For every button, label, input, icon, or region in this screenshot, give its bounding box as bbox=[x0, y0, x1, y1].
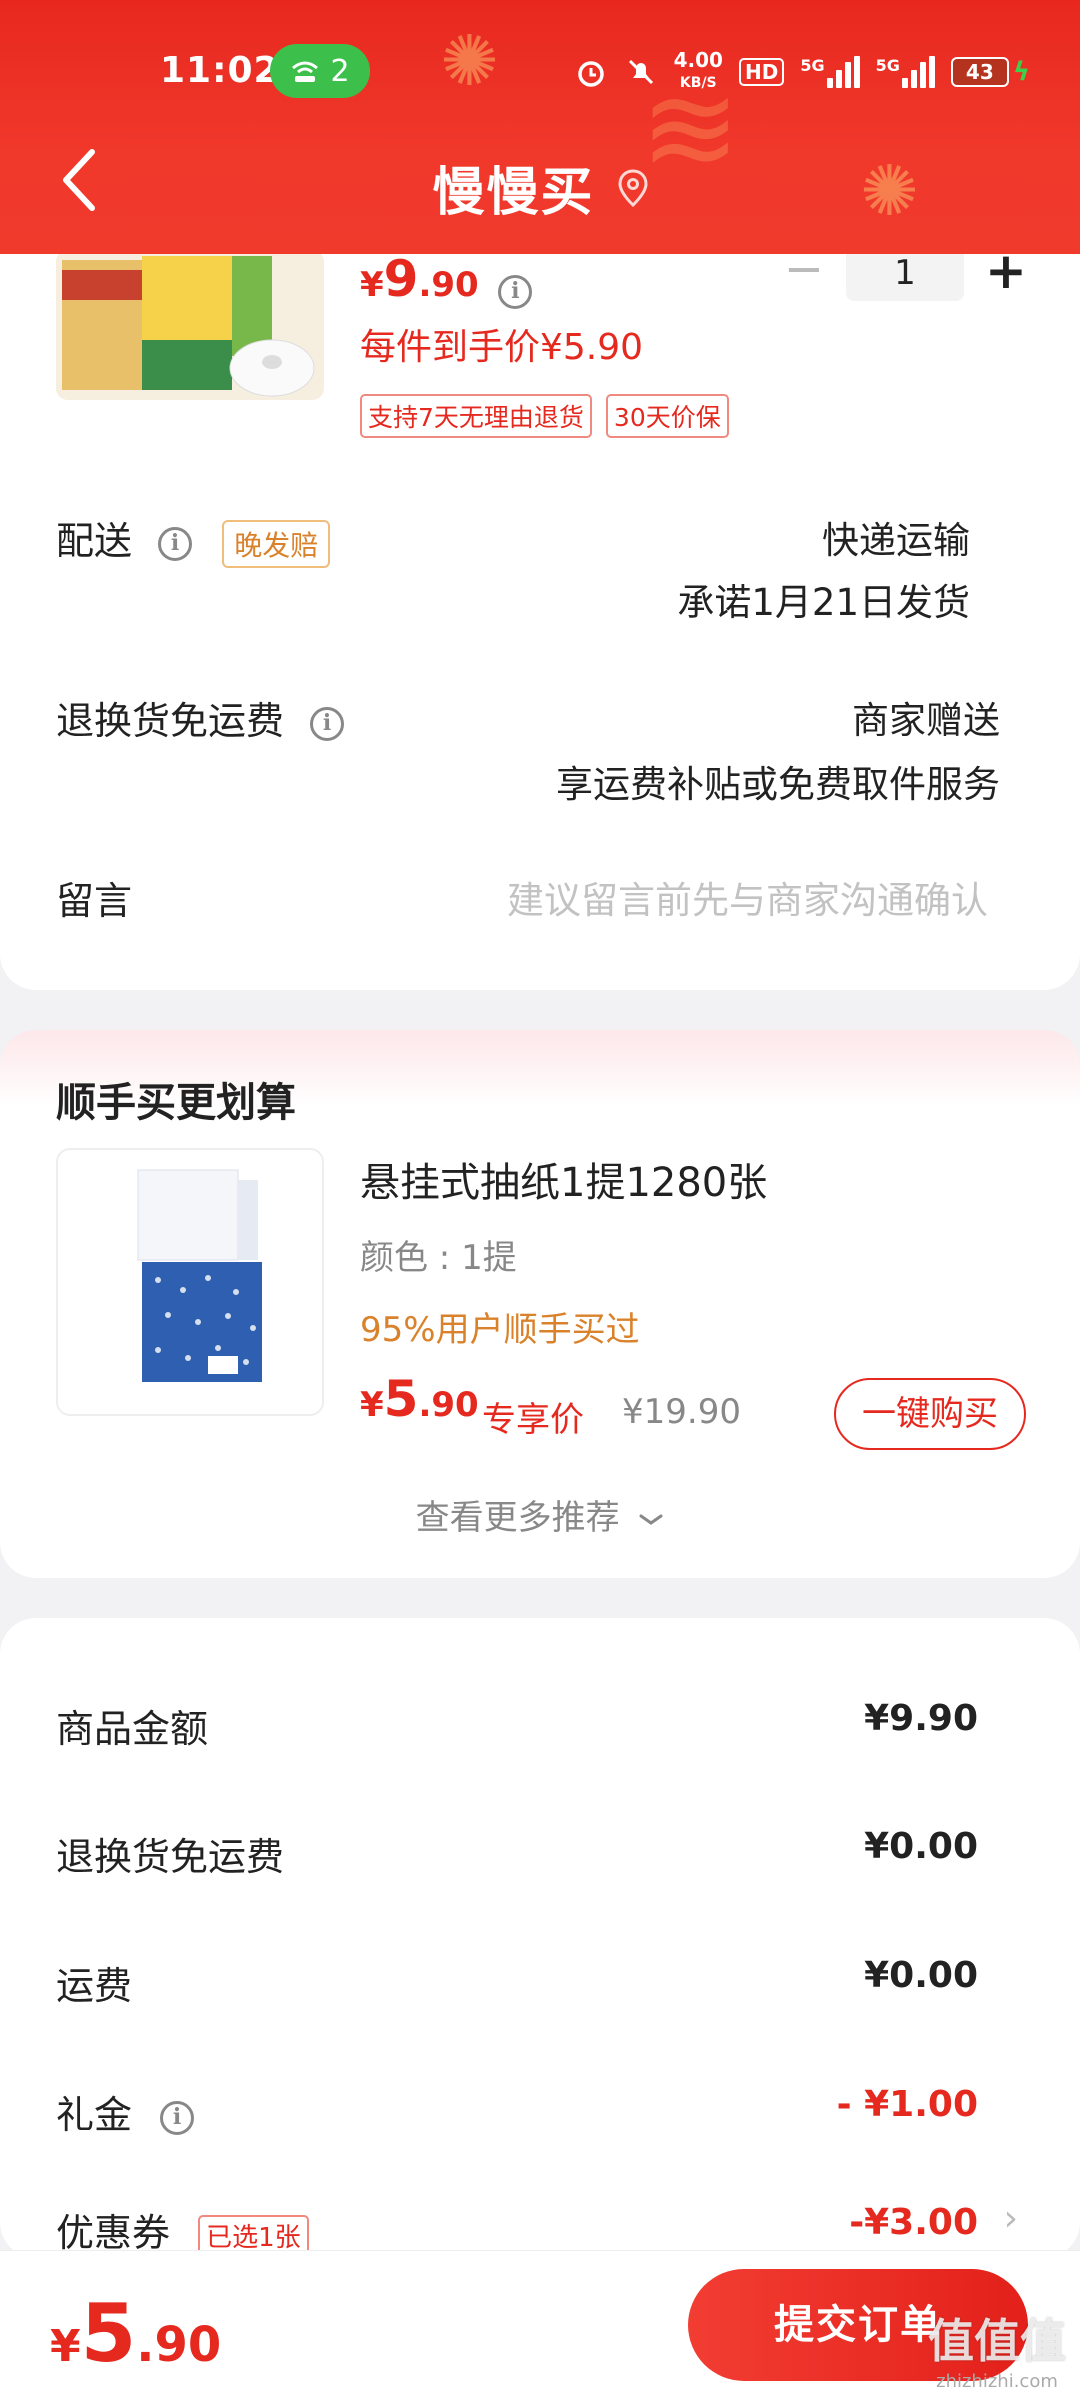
return-shipping-value: 商家赠送 享运费补贴或免费取件服务 bbox=[556, 690, 1000, 808]
service-tag: 支持7天无理由退货 bbox=[360, 394, 592, 438]
total-price: ¥5.90 bbox=[50, 2287, 222, 2380]
summary-value-goods: ¥9.90 bbox=[864, 1698, 978, 1739]
signal-5g-2: 5G bbox=[876, 55, 935, 88]
delivery-method: 快递运输 bbox=[822, 519, 970, 562]
summary-coupon-row[interactable]: 优惠券 已选1张 bbox=[56, 2202, 309, 2257]
gift-info-icon[interactable]: i bbox=[160, 2100, 195, 2135]
battery-icon: 43 bbox=[950, 56, 1009, 87]
recommend-card: 顺手买更划算 悬挂式抽纸1提1280张 颜色 : 1提 95%用户顺手买过 ¥5… bbox=[0, 1030, 1080, 1578]
delivery-promise: 承诺1月21日发货 bbox=[677, 581, 970, 624]
one-click-buy-button[interactable]: 一键购买 bbox=[834, 1378, 1026, 1450]
status-bar: 11:02 2 4.00 KB/S HD 5G 5G 43 ϟ bbox=[0, 40, 1080, 106]
hotspot-count: 2 bbox=[330, 53, 350, 89]
signal-5g-1: 5G bbox=[800, 55, 860, 88]
recommend-social-proof: 95%用户顺手买过 bbox=[360, 1310, 640, 1350]
return-shipping-desc: 享运费补贴或免费取件服务 bbox=[556, 763, 1000, 806]
more-recommend-link[interactable]: 查看更多推荐 bbox=[0, 1490, 1080, 1539]
more-recommend-label: 查看更多推荐 bbox=[415, 1498, 620, 1538]
decrease-button[interactable]: − bbox=[780, 245, 828, 297]
app-header: ✺ ✺ ≋ 11:02 2 4.00 KB/S HD 5G 5G 43 ϟ 慢慢… bbox=[0, 0, 1080, 254]
return-shipping-provider: 商家赠送 bbox=[852, 699, 1000, 742]
recommend-price: ¥5.90 bbox=[360, 1370, 479, 1428]
order-info-card: ¥9.90 i − 1 + 每件到手价¥5.90 支持7天无理由退货 30天价保… bbox=[0, 220, 1080, 990]
price-summary-card: 商品金额 ¥9.90 退换货免运费 ¥0.00 运费 ¥0.00 礼金 i - … bbox=[0, 1618, 1080, 2258]
exclusive-price-label: 专享价 bbox=[482, 1400, 584, 1440]
return-info-icon[interactable]: i bbox=[310, 706, 345, 741]
original-price: ¥19.90 bbox=[622, 1392, 741, 1432]
product-thumbnail[interactable] bbox=[56, 250, 324, 400]
delivery-info-icon[interactable]: i bbox=[158, 526, 193, 561]
signal-bars-icon bbox=[826, 55, 860, 88]
recommend-thumbnail[interactable] bbox=[56, 1148, 324, 1416]
delivery-row: 配送 i 晚发赔 bbox=[56, 510, 331, 568]
increase-button[interactable]: + bbox=[982, 246, 1030, 297]
return-shipping-row: 退换货免运费 i bbox=[56, 690, 345, 745]
summary-label-goods: 商品金额 bbox=[56, 1707, 209, 1751]
delivery-value[interactable]: 快递运输 承诺1月21日发货 bbox=[677, 510, 970, 626]
unit-price-label: 每件到手价¥5.90 bbox=[360, 327, 644, 368]
service-tag: 30天价保 bbox=[605, 394, 729, 438]
recommend-item-spec: 颜色 : 1提 bbox=[360, 1238, 517, 1278]
hotspot-indicator: 2 bbox=[270, 44, 370, 98]
battery-indicator: 43 ϟ bbox=[950, 56, 1030, 87]
product-price: ¥9.90 i bbox=[360, 250, 533, 309]
chevron-right-icon[interactable]: › bbox=[1004, 2198, 1018, 2239]
summary-label-coupon: 优惠券 bbox=[56, 2211, 171, 2255]
signal-bars-icon bbox=[901, 55, 935, 88]
charging-bolt-icon: ϟ bbox=[1012, 56, 1030, 87]
return-shipping-label: 退换货免运费 bbox=[56, 699, 285, 743]
summary-value-return: ¥0.00 bbox=[864, 1826, 978, 1867]
recommend-title: 顺手买更划算 bbox=[56, 1080, 296, 1126]
price-info-icon[interactable]: i bbox=[498, 274, 533, 309]
summary-label-shipping: 运费 bbox=[56, 1964, 133, 2008]
alarm-icon bbox=[574, 55, 608, 89]
status-icons: 4.00 KB/S HD 5G 5G 43 ϟ bbox=[574, 50, 1030, 93]
site-watermark: 值值值 zhizhizhi.com bbox=[928, 2314, 1066, 2392]
page-title: 慢慢买 bbox=[432, 163, 595, 223]
summary-value-shipping: ¥0.00 bbox=[864, 1955, 978, 1996]
hd-voice-badge: HD bbox=[738, 57, 785, 86]
title-bar: 慢慢买 bbox=[0, 150, 1080, 225]
service-tags: 支持7天无理由退货 30天价保 bbox=[360, 394, 729, 438]
checkout-bar: ¥5.90 提交订单 值值值 zhizhizhi.com bbox=[0, 2250, 1080, 2400]
summary-value-gift: - ¥1.00 bbox=[836, 2084, 978, 2125]
clock: 11:02 bbox=[160, 50, 280, 91]
summary-label-return: 退换货免运费 bbox=[56, 1835, 285, 1879]
summary-label-gift: 礼金 bbox=[56, 2093, 133, 2137]
summary-gift-row: 礼金 i bbox=[56, 2084, 195, 2139]
chevron-down-icon bbox=[639, 1514, 663, 1525]
message-input[interactable]: 建议留言前先与商家沟通确认 bbox=[507, 870, 988, 924]
order-confirm-page: ✺ ✺ ≋ 11:02 2 4.00 KB/S HD 5G 5G 43 ϟ 慢慢… bbox=[0, 0, 1080, 2400]
late-compensation-badge: 晚发赔 bbox=[222, 519, 331, 568]
delivery-label: 配送 bbox=[56, 519, 133, 563]
net-speed: 4.00 KB/S bbox=[673, 48, 723, 91]
mute-bell-icon bbox=[624, 55, 658, 89]
hotspot-icon bbox=[292, 61, 319, 82]
recommend-item-name[interactable]: 悬挂式抽纸1提1280张 bbox=[360, 1150, 767, 1208]
message-label: 留言 bbox=[56, 879, 133, 923]
location-pin-icon[interactable] bbox=[618, 168, 648, 207]
summary-value-coupon[interactable]: -¥3.00 bbox=[849, 2202, 978, 2243]
